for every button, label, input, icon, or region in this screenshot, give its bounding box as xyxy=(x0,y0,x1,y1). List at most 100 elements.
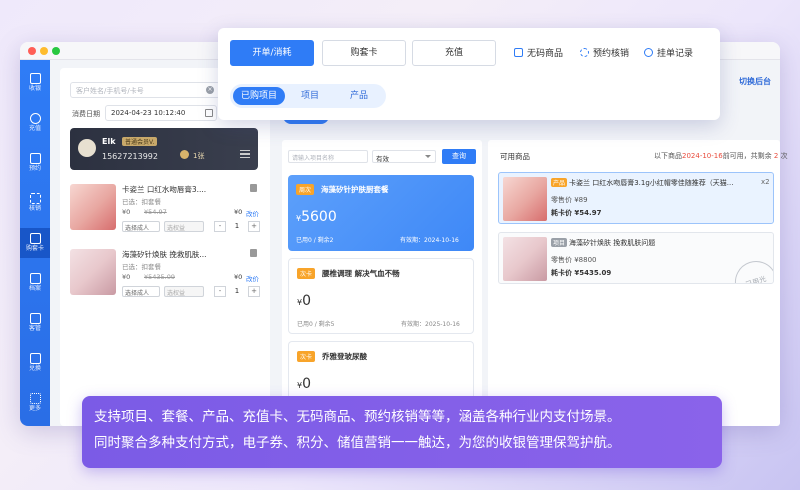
tab-products[interactable]: 产品 xyxy=(338,87,380,105)
package-usage: 已用0 / 剩余2 xyxy=(296,237,334,244)
trash-icon[interactable] xyxy=(250,184,257,192)
select-person-dropdown[interactable]: 选择成人 xyxy=(122,286,160,297)
menu-icon[interactable] xyxy=(240,150,250,158)
sidebar-item-booking[interactable]: 预约 xyxy=(20,148,50,178)
switch-backend-link[interactable]: 切换后台 xyxy=(739,76,771,87)
package-card[interactable]: 次卡 腰椎调理 解决气血不畅 ¥0 已用0 / 剩余5 有效期：2025-10-… xyxy=(288,258,474,334)
product-thumbnail xyxy=(70,249,116,295)
summary-prefix: 以下商品 xyxy=(654,152,682,160)
edit-price-link[interactable]: 改价 xyxy=(246,208,259,218)
cart-item-selection: 已选：扣套餐 xyxy=(122,198,161,206)
member-card[interactable]: Elk 普通会员V. 15627213992 1张 xyxy=(70,128,258,170)
increase-button[interactable]: + xyxy=(248,221,260,232)
open-order-button[interactable]: 开单/消耗 xyxy=(230,40,314,66)
sidebar-item-verify[interactable]: 核销 xyxy=(20,188,50,218)
package-amount: ¥0 xyxy=(297,376,311,392)
records-icon xyxy=(29,273,41,284)
package-card[interactable]: 周次 海藻矽针护肤厨套餐 ¥5600 已用0 / 剩余2 有效期：2024-10… xyxy=(288,175,474,251)
select-person-dropdown[interactable]: 选择成人 xyxy=(122,221,160,232)
sidebar: 收银 充值 预约 核销 购套卡 档案 客管 兑换 更多 xyxy=(20,60,50,426)
package-title: 海藻矽针护肤厨套餐 xyxy=(321,185,389,194)
sidebar-item-label: 核销 xyxy=(28,205,41,212)
decrease-button[interactable]: - xyxy=(214,286,226,297)
decrease-button[interactable]: - xyxy=(214,221,226,232)
product-card-price: 耗卡价 ¥5435.09 xyxy=(551,269,612,277)
product-thumbnail xyxy=(503,177,547,221)
query-button[interactable]: 查询 xyxy=(442,149,476,164)
held-orders-link[interactable]: 挂单记录 xyxy=(644,46,693,59)
sidebar-item-more[interactable]: 更多 xyxy=(20,388,50,418)
clear-icon[interactable]: × xyxy=(206,86,214,94)
link-label: 挂单记录 xyxy=(657,49,694,59)
member-level-badge: 普通会员V. xyxy=(122,137,158,146)
amount-value: 0 xyxy=(302,376,312,392)
package-badge: 次卡 xyxy=(297,351,316,362)
sidebar-item-cashier[interactable]: 收银 xyxy=(20,68,50,98)
product-name: 海藻矽针焕肤 挽救肌肤问题 xyxy=(569,239,656,247)
booking-verify-link[interactable]: 预约核销 xyxy=(580,46,629,59)
amount-value: 0 xyxy=(302,293,312,309)
close-window-button[interactable] xyxy=(28,47,36,55)
sidebar-item-label: 充值 xyxy=(28,125,41,132)
cart-item-total: ¥0 xyxy=(234,208,243,216)
sidebar-item-label: 更多 xyxy=(28,405,41,412)
available-products: 可用商品 以下商品2024-10-16前可用，共剩余 2 次 产品 卡姿兰 口红… xyxy=(488,140,788,426)
feature-caption: 支持项目、套餐、产品、充值卡、无码商品、预约核销等等，涵盖各种行业内支付场景。 … xyxy=(82,396,722,468)
product-retail-price: 零售价 ¥8800 xyxy=(551,256,597,264)
member-name: Elk xyxy=(102,137,116,146)
summary-count: 2 xyxy=(773,152,779,160)
refresh-icon xyxy=(580,48,589,57)
buy-card-button[interactable]: 购套卡 xyxy=(322,40,406,66)
sidebar-item-records[interactable]: 档案 xyxy=(20,268,50,298)
package-badge: 周次 xyxy=(296,184,315,195)
cart-item-original-price: ¥5435.09 xyxy=(144,273,176,281)
barcode-icon xyxy=(514,48,523,57)
available-product-row[interactable]: 产品 卡姿兰 口红水吻唇膏3.1g小红帽零佳随推荐（天猫... x2 零售价 ¥… xyxy=(498,172,774,224)
available-title: 可用商品 xyxy=(500,152,530,161)
sidebar-item-label: 预约 xyxy=(28,165,41,172)
select-rights-dropdown[interactable]: 选权益 xyxy=(164,286,204,297)
cart-item-selection: 已选：扣套餐 xyxy=(122,263,161,271)
trash-icon[interactable] xyxy=(250,249,257,257)
maximize-window-button[interactable] xyxy=(52,47,60,55)
product-quantity: x2 xyxy=(761,178,770,186)
calendar-icon xyxy=(29,153,41,164)
package-usage: 已用0 / 剩余5 xyxy=(297,321,335,328)
increase-button[interactable]: + xyxy=(248,286,260,297)
cashier-icon xyxy=(29,73,41,84)
cart-item-price: ¥0 xyxy=(122,208,131,216)
sidebar-item-exchange[interactable]: 兑换 xyxy=(20,348,50,378)
recharge-button[interactable]: 充值 xyxy=(412,40,496,66)
member-phone: 15627213992 xyxy=(102,152,158,161)
edit-price-link[interactable]: 改价 xyxy=(246,273,259,283)
tab-purchased-projects[interactable]: 已购项目 xyxy=(233,87,285,105)
project-search-input[interactable]: 请输入项目名称 xyxy=(288,150,368,163)
sidebar-item-buy-card[interactable]: 购套卡 xyxy=(20,228,50,258)
barcode-free-product-link[interactable]: 无码商品 xyxy=(514,46,563,59)
quantity-value[interactable]: 1 xyxy=(228,287,246,295)
select-rights-dropdown[interactable]: 选权益 xyxy=(164,221,204,232)
minimize-window-button[interactable] xyxy=(40,47,48,55)
card-icon xyxy=(29,233,41,244)
sidebar-item-customers[interactable]: 客管 xyxy=(20,308,50,338)
recharge-icon xyxy=(29,113,41,124)
tab-projects[interactable]: 项目 xyxy=(290,87,330,105)
link-label: 无码商品 xyxy=(527,49,564,59)
date-input[interactable]: 2024-04-23 10:12:40 xyxy=(105,105,217,121)
calendar-icon[interactable] xyxy=(205,109,213,117)
summary-date: 2024-10-16 xyxy=(682,152,723,160)
product-card-price: 耗卡价 ¥54.97 xyxy=(551,209,602,217)
status-filter-dropdown[interactable]: 有效 xyxy=(372,150,436,163)
sidebar-item-label: 收银 xyxy=(28,85,41,92)
caption-line: 同时聚合多种支付方式，电子券、积分、储值营销一一触达，为您的收银管理保驾护航。 xyxy=(94,435,621,451)
customer-search-input[interactable]: 客户姓名/手机号/卡号 xyxy=(70,82,220,98)
sidebar-item-recharge[interactable]: 充值 xyxy=(20,108,50,138)
product-type-badge: 产品 xyxy=(551,178,568,187)
available-product-row: 项目 海藻矽针焕肤 挽救肌肤问题 零售价 ¥8800 耗卡价 ¥5435.09 … xyxy=(498,232,774,284)
quantity-value[interactable]: 1 xyxy=(228,222,246,230)
cart-item-name: 海藻矽针焕肤 挽救肌肤... xyxy=(122,250,207,259)
package-validity: 有效期：2024-10-16 xyxy=(400,237,459,244)
clock-icon xyxy=(644,48,653,57)
sidebar-item-label: 购套卡 xyxy=(25,245,44,252)
gift-icon xyxy=(29,353,41,364)
